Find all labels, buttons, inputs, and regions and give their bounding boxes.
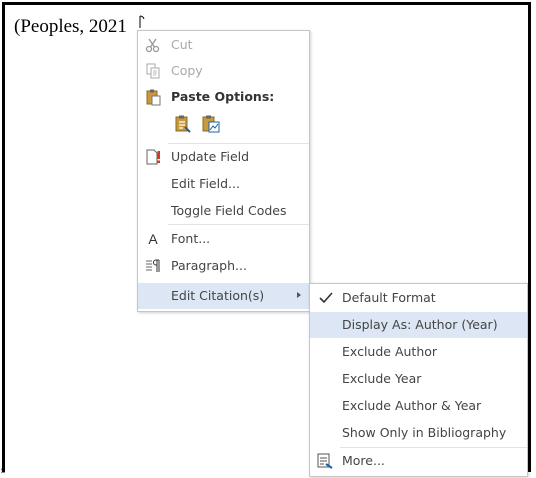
menu-item-label: Copy xyxy=(171,63,203,78)
submenu-item-label: More... xyxy=(342,453,385,468)
submenu-item-display-author-year[interactable]: Display As: Author (Year) xyxy=(310,312,527,338)
menu-separator xyxy=(168,224,309,225)
menu-item-toggle-field-codes[interactable]: Toggle Field Codes xyxy=(138,198,309,224)
submenu-item-label: Exclude Author & Year xyxy=(342,398,482,413)
paste-options-header: Paste Options: xyxy=(138,84,309,110)
submenu-item-default-format[interactable]: Default Format xyxy=(310,285,527,311)
update-field-icon xyxy=(146,149,160,165)
submenu-arrow-icon xyxy=(297,292,301,298)
menu-item-label: Edit Field... xyxy=(171,176,240,191)
text-cursor-icon xyxy=(139,15,145,28)
submenu-item-exclude-year[interactable]: Exclude Year xyxy=(310,366,527,392)
menu-item-font[interactable]: A Font... xyxy=(138,226,309,252)
menu-item-label: Update Field xyxy=(171,149,250,164)
paste-options-row xyxy=(171,111,231,137)
menu-item-paragraph[interactable]: Paragraph... xyxy=(138,253,309,279)
submenu-item-label: Default Format xyxy=(342,290,436,305)
stray-text: s xyxy=(1,464,6,476)
checkmark-icon xyxy=(319,292,333,304)
menu-item-label: Font... xyxy=(171,231,211,246)
scissors-icon xyxy=(145,38,160,53)
font-icon: A xyxy=(148,231,158,247)
copy-icon xyxy=(146,63,160,79)
menu-item-copy[interactable]: Copy xyxy=(138,58,309,84)
submenu-item-label: Show Only in Bibliography xyxy=(342,425,507,440)
submenu-item-label: Exclude Author xyxy=(342,344,438,359)
menu-item-edit-field[interactable]: Edit Field... xyxy=(138,171,309,197)
menu-item-edit-citations[interactable]: Edit Citation(s) xyxy=(138,283,309,309)
submenu-item-show-only-bibliography[interactable]: Show Only in Bibliography xyxy=(310,420,527,446)
context-menu: Cut Copy Paste Options: Update Field Edi… xyxy=(137,30,310,312)
submenu-item-exclude-author[interactable]: Exclude Author xyxy=(310,339,527,365)
paste-keep-formatting-icon[interactable] xyxy=(173,114,193,134)
paragraph-icon xyxy=(146,259,160,272)
submenu-item-label: Exclude Year xyxy=(342,371,422,386)
menu-item-cut[interactable]: Cut xyxy=(138,32,309,58)
citation-field[interactable]: (Peoples, 2021 xyxy=(14,16,127,38)
menu-item-update-field[interactable]: Update Field xyxy=(138,144,309,170)
menu-item-label: Paragraph... xyxy=(171,258,247,273)
menu-item-label: Edit Citation(s) xyxy=(171,288,265,303)
menu-item-label: Paste Options: xyxy=(171,89,275,104)
submenu-item-more[interactable]: More... xyxy=(310,448,527,474)
more-icon xyxy=(317,453,333,469)
citation-submenu: Default Format Display As: Author (Year)… xyxy=(309,283,528,477)
submenu-item-exclude-author-year[interactable]: Exclude Author & Year xyxy=(310,393,527,419)
submenu-item-label: Display As: Author (Year) xyxy=(342,317,498,332)
paste-icon xyxy=(146,89,161,106)
menu-item-label: Toggle Field Codes xyxy=(171,203,287,218)
paste-picture-icon[interactable] xyxy=(201,114,221,134)
menu-item-label: Cut xyxy=(171,37,193,52)
